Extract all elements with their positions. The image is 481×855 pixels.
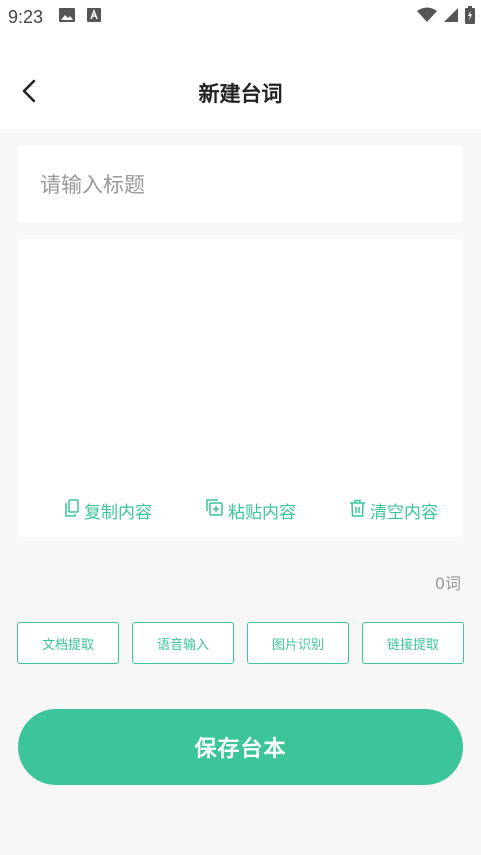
copy-content-button[interactable]: 复制内容	[64, 498, 152, 523]
link-extract-button[interactable]: 链接提取	[362, 622, 464, 664]
page-title: 新建台词	[198, 82, 283, 106]
battery-charging-icon	[465, 6, 475, 29]
image-recognition-button[interactable]: 图片识别	[247, 622, 349, 664]
copy-icon	[64, 499, 80, 522]
nav-bar: 新建台词	[0, 64, 481, 124]
clear-content-button[interactable]: 清空内容	[349, 498, 438, 523]
font-app-icon	[87, 7, 102, 27]
content-textarea[interactable]	[38, 255, 443, 495]
trash-icon	[349, 499, 366, 522]
paste-content-label: 粘贴内容	[228, 503, 296, 523]
status-bar: 9:23	[0, 0, 481, 34]
image-icon	[59, 7, 76, 27]
status-time: 9:23	[8, 6, 44, 27]
voice-input-button[interactable]: 语音输入	[132, 622, 234, 664]
save-script-button[interactable]: 保存台本	[18, 709, 463, 785]
paste-content-button[interactable]: 粘贴内容	[206, 498, 296, 523]
paste-icon	[206, 499, 224, 522]
word-count: 0词	[434, 574, 461, 593]
wifi-icon	[417, 7, 437, 28]
clear-content-label: 清空内容	[370, 503, 438, 523]
document-extract-button[interactable]: 文档提取	[17, 622, 119, 664]
content-card: 复制内容 粘贴内容 清空内容	[18, 239, 463, 537]
signal-icon	[443, 7, 459, 28]
title-input[interactable]	[40, 166, 440, 204]
copy-content-label: 复制内容	[84, 503, 152, 523]
title-card	[18, 146, 463, 222]
